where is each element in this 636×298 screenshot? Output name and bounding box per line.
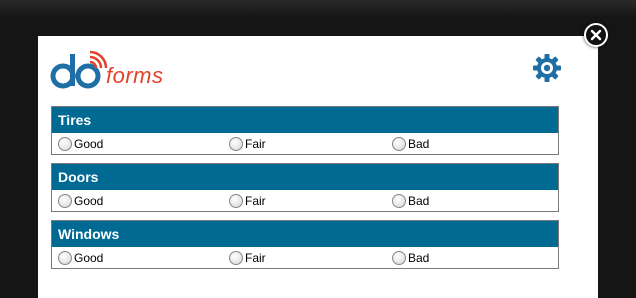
option-good[interactable]: Good [58,135,103,153]
option-label: Bad [408,194,430,208]
close-icon[interactable] [584,23,608,47]
option-label: Good [74,194,104,208]
option-bad[interactable]: Bad [392,192,429,210]
section-title: Tires [52,107,558,133]
section-title: Doors [52,164,558,190]
option-label: Bad [408,137,430,151]
section-tires: Tires Good Fair Bad [51,106,559,155]
option-fair[interactable]: Fair [229,135,266,153]
radio-group: Good Fair Bad [52,247,558,268]
option-good[interactable]: Good [58,192,103,210]
radio-group: Good Fair Bad [52,190,558,211]
form-screen: forms Tires Good Fair Bad Doors Good Fai… [38,36,598,298]
option-label: Good [74,137,104,151]
doforms-logo-mark [50,50,108,89]
section-doors: Doors Good Fair Bad [51,163,559,212]
option-bad[interactable]: Bad [392,249,429,267]
option-label: Fair [245,251,266,265]
radio-group: Good Fair Bad [52,133,558,154]
radio-icon[interactable] [58,137,72,151]
radio-icon[interactable] [229,194,243,208]
section-title: Windows [52,221,558,247]
option-label: Fair [245,194,266,208]
section-windows: Windows Good Fair Bad [51,220,559,269]
option-label: Good [74,251,104,265]
gear-icon[interactable] [532,53,562,83]
radio-icon[interactable] [58,251,72,265]
radio-icon[interactable] [392,137,406,151]
radio-icon[interactable] [392,251,406,265]
radio-icon[interactable] [229,137,243,151]
option-fair[interactable]: Fair [229,249,266,267]
option-label: Fair [245,137,266,151]
option-label: Bad [408,251,430,265]
radio-icon[interactable] [392,194,406,208]
device-frame: forms Tires Good Fair Bad Doors Good Fai… [0,0,636,298]
doforms-logo: forms [50,48,190,92]
radio-icon[interactable] [58,194,72,208]
logo-forms-text: forms [106,63,164,88]
option-bad[interactable]: Bad [392,135,429,153]
option-good[interactable]: Good [58,249,103,267]
option-fair[interactable]: Fair [229,192,266,210]
radio-icon[interactable] [229,251,243,265]
